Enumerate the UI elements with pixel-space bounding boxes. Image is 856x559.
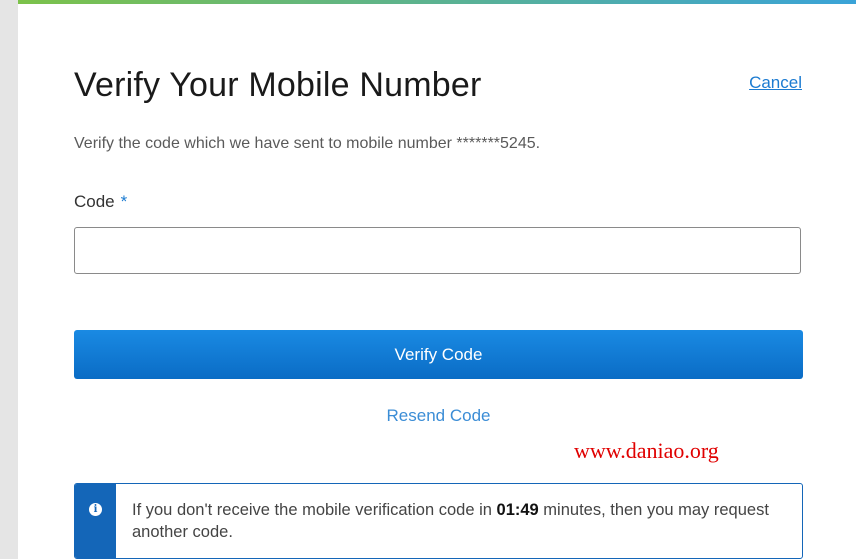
page-title: Verify Your Mobile Number — [74, 66, 482, 104]
verification-instructions: Verify the code which we have sent to mo… — [74, 135, 541, 152]
resend-code-link[interactable]: Resend Code — [74, 406, 803, 426]
verify-mobile-dialog: Verify Your Mobile Number Cancel Verify … — [18, 0, 856, 559]
info-message-box: i If you don't receive the mobile verifi… — [74, 483, 803, 559]
required-marker: * — [120, 192, 128, 211]
info-icon: i — [89, 503, 102, 516]
info-stripe: i — [75, 484, 116, 558]
code-field-label: Code * — [74, 192, 127, 212]
cancel-link[interactable]: Cancel — [749, 73, 802, 93]
verify-code-button[interactable]: Verify Code — [74, 330, 803, 379]
info-text-before: If you don't receive the mobile verifica… — [132, 501, 497, 519]
top-accent-bar — [18, 0, 856, 4]
watermark-text: www.daniao.org — [574, 438, 719, 463]
countdown-timer: 01:49 — [496, 501, 539, 519]
code-label-text: Code — [74, 192, 115, 211]
info-message-text: If you don't receive the mobile verifica… — [132, 499, 772, 543]
code-input[interactable] — [74, 227, 801, 274]
